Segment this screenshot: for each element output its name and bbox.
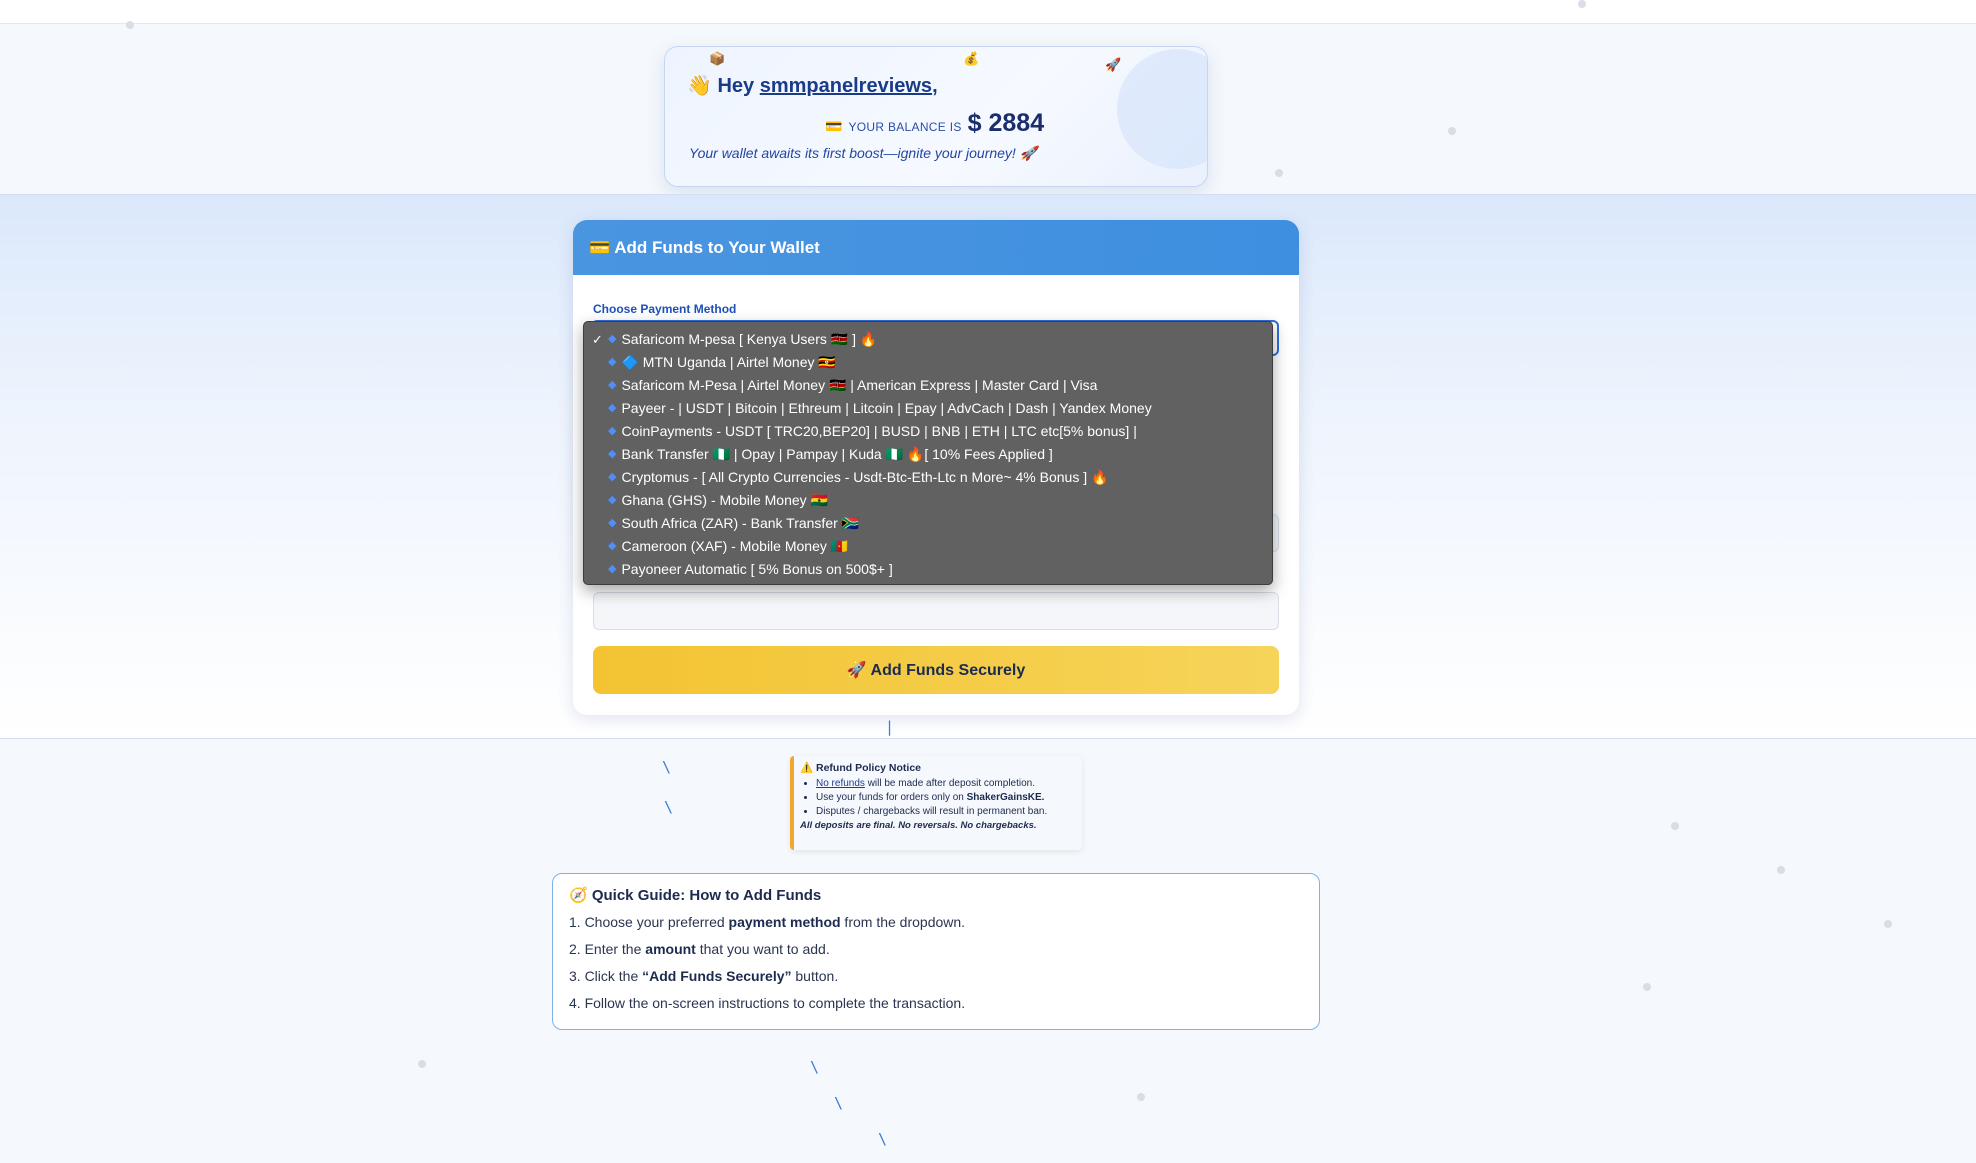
guide-step: 1. Choose your preferred payment method … <box>569 914 1303 930</box>
no-refunds-text: No refunds <box>816 778 865 789</box>
decor-bubble <box>1117 49 1207 169</box>
dropdown-option[interactable]: ◆ Cryptomus - [ All Crypto Currencies - … <box>584 466 1272 489</box>
refund-item-text: Disputes / chargebacks will result in pe… <box>816 806 1048 817</box>
dropdown-option[interactable]: ◆ Bank Transfer 🇳🇬 | Opay | Pampay | Kuda… <box>584 443 1272 466</box>
payment-method-label: Choose Payment Method <box>593 302 737 316</box>
diamond-icon: ◆ <box>608 563 617 575</box>
dropdown-option-label: Safaricom M-Pesa | Airtel Money 🇰🇪 | Ame… <box>621 377 1098 393</box>
decor-dash: \ <box>878 1130 888 1148</box>
wallet-icon: 💳 <box>825 118 843 134</box>
decor-dot <box>1671 822 1679 830</box>
money-bag-icon: 💰 <box>963 51 980 66</box>
extra-input[interactable] <box>593 592 1279 630</box>
decor-dash: | <box>885 718 895 736</box>
dropdown-option-label: Bank Transfer 🇳🇬 | Opay | Pampay | Kuda … <box>621 446 1053 462</box>
guide-step-text: 4. Follow the on-screen instructions to … <box>569 995 966 1011</box>
guide-step: 2. Enter the amount that you want to add… <box>569 941 1303 957</box>
decor-dot <box>126 21 134 29</box>
dropdown-option-label: Payeer - | USDT | Bitcoin | Ethreum | Li… <box>621 400 1152 416</box>
guide-step-text: 2. Enter the <box>569 941 646 957</box>
refund-title: ⚠️ Refund Policy Notice <box>800 762 922 774</box>
dropdown-option[interactable]: ◆ 🔷 MTN Uganda | Airtel Money 🇺🇬 <box>584 351 1272 374</box>
guide-step: 4. Follow the on-screen instructions to … <box>569 995 1303 1011</box>
brand-name: ShakerGainsKE. <box>966 792 1045 803</box>
rocket-icon: 🚀 <box>1105 57 1122 72</box>
dropdown-option[interactable]: ◆ CoinPayments - USDT [ TRC20,BEP20] | B… <box>584 420 1272 443</box>
guide-step-text: 3. Click the <box>569 968 643 984</box>
checkmark-icon: ✓ <box>592 332 603 347</box>
decor-dash: \ <box>834 1094 844 1112</box>
greeting-card: 📦 💰 🚀 👋 Hey smmpanelreviews, 💳 YOUR BALA… <box>664 46 1208 187</box>
decor-dot <box>1643 983 1651 991</box>
refund-item-text: will be made after deposit completion. <box>864 778 1036 789</box>
greeting-subtitle: Your wallet awaits its first boost—ignit… <box>689 145 1038 161</box>
dropdown-option[interactable]: ✓ ◆ Safaricom M-pesa [ Kenya Users 🇰🇪 ] 🔥 <box>584 328 1272 351</box>
balance-label: YOUR BALANCE IS <box>848 120 962 134</box>
guide-step-text: that you want to add. <box>695 941 830 957</box>
guide-step-bold: amount <box>645 941 696 957</box>
dropdown-option[interactable]: ◆ Safaricom M-Pesa | Airtel Money 🇰🇪 | Am… <box>584 374 1272 397</box>
box-icon: 📦 <box>709 51 726 66</box>
diamond-icon: ◆ <box>608 448 617 460</box>
add-funds-button[interactable]: 🚀 Add Funds Securely <box>593 646 1279 694</box>
add-funds-header: 💳 Add Funds to Your Wallet <box>573 220 1299 275</box>
decor-dot <box>1777 866 1785 874</box>
dropdown-option-label: Cryptomus - [ All Crypto Currencies - Us… <box>621 469 1109 485</box>
diamond-icon: ◆ <box>608 540 617 552</box>
diamond-icon: ◆ <box>608 402 617 414</box>
guide-step-bold: payment method <box>728 914 841 930</box>
dropdown-option-label: 🔷 MTN Uganda | Airtel Money 🇺🇬 <box>621 354 836 370</box>
refund-footer: All deposits are final. No reversals. No… <box>800 820 1037 831</box>
guide-step-bold: “Add Funds Securely” <box>642 968 792 984</box>
decor-dot <box>1275 169 1283 177</box>
refund-item: Use your funds for orders only on Shaker… <box>816 792 1076 803</box>
dropdown-option-label: South Africa (ZAR) - Bank Transfer 🇿🇦 <box>621 515 860 531</box>
dropdown-option-label: CoinPayments - USDT [ TRC20,BEP20] | BUS… <box>621 423 1137 439</box>
decor-dot <box>418 1060 426 1068</box>
greeting-suffix: , <box>932 75 938 97</box>
dropdown-option[interactable]: ◆ Cameroon (XAF) - Mobile Money 🇨🇲 <box>584 535 1272 558</box>
guide-title: 🧭 Quick Guide: How to Add Funds <box>569 887 822 904</box>
dropdown-option-label: Safaricom M-pesa [ Kenya Users 🇰🇪 ] 🔥 <box>621 331 878 347</box>
decor-dot <box>1137 1093 1145 1101</box>
payment-method-dropdown[interactable]: ✓ ◆ Safaricom M-pesa [ Kenya Users 🇰🇪 ] 🔥 ◆… <box>583 321 1273 585</box>
decor-dot <box>1578 0 1586 8</box>
diamond-icon: ◆ <box>608 379 617 391</box>
username-link[interactable]: smmpanelreviews <box>760 75 932 97</box>
balance-row: 💳 YOUR BALANCE IS $ 2884 <box>825 109 1044 138</box>
decor-dash: \ <box>664 798 674 816</box>
dropdown-option-label: Ghana (GHS) - Mobile Money 🇬🇭 <box>621 492 828 508</box>
dropdown-option[interactable]: ◆ Payoneer Automatic [ 5% Bonus on 500$+ … <box>584 558 1272 581</box>
refund-list: No refunds will be made after deposit co… <box>800 778 1076 817</box>
greeting-title: 👋 Hey smmpanelreviews, <box>687 73 938 98</box>
refund-item: No refunds will be made after deposit co… <box>816 778 1076 789</box>
guide-step: 3. Click the “Add Funds Securely” button… <box>569 968 1303 984</box>
guide-step-text: from the dropdown. <box>840 914 966 930</box>
dropdown-option[interactable]: ◆ South Africa (ZAR) - Bank Transfer 🇿🇦 <box>584 512 1272 535</box>
guide-step-text: 1. Choose your preferred <box>569 914 729 930</box>
dropdown-option-label: Cameroon (XAF) - Mobile Money 🇨🇲 <box>621 538 849 554</box>
balance-value: $ 2884 <box>967 109 1045 137</box>
refund-notice: ⚠️ Refund Policy Notice No refunds will … <box>790 756 1082 850</box>
dropdown-option[interactable]: ◆ Payeer - | USDT | Bitcoin | Ethreum | L… <box>584 397 1272 420</box>
wave-icon: 👋 <box>687 75 712 97</box>
refund-item-text: Use your funds for orders only on <box>816 792 967 803</box>
guide-step-text: button. <box>791 968 839 984</box>
refund-item: Disputes / chargebacks will result in pe… <box>816 806 1076 817</box>
quick-guide: 🧭 Quick Guide: How to Add Funds 1. Choos… <box>552 873 1320 1030</box>
dropdown-option[interactable]: ◆ Ghana (GHS) - Mobile Money 🇬🇭 <box>584 489 1272 512</box>
greeting-prefix: Hey <box>717 75 755 97</box>
dropdown-option-label: Payoneer Automatic [ 5% Bonus on 500$+ ] <box>621 561 893 577</box>
top-bar <box>0 0 1976 24</box>
diamond-icon: ◆ <box>608 425 617 437</box>
diamond-icon: ◆ <box>608 494 617 506</box>
diamond-icon: ◆ <box>608 356 617 368</box>
decor-dash: \ <box>810 1058 820 1076</box>
decor-dot <box>1448 127 1456 135</box>
diamond-icon: ◆ <box>608 517 617 529</box>
decor-dash: \ <box>662 758 672 776</box>
diamond-icon: ◆ <box>608 471 617 483</box>
diamond-icon: ◆ <box>608 333 617 345</box>
decor-dot <box>1884 920 1892 928</box>
